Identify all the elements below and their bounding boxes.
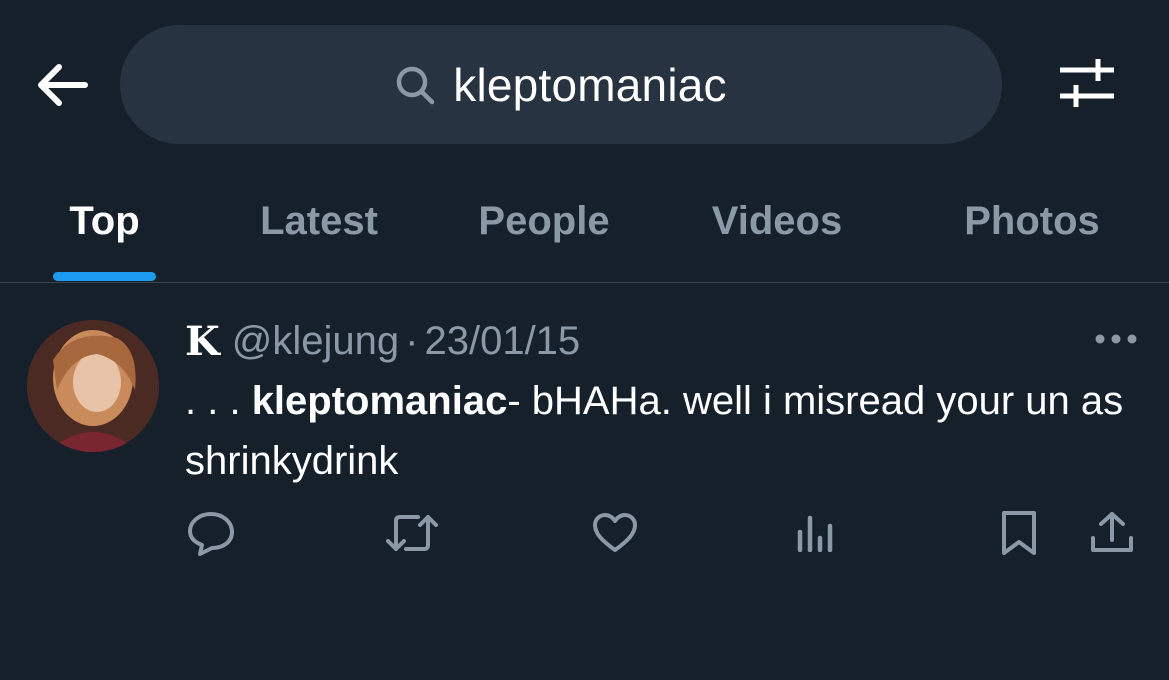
tab-latest[interactable]: Latest — [240, 160, 398, 282]
tweet-text: . . . kleptomaniac- bHAHa. well i misrea… — [185, 371, 1135, 491]
tweet-text-prefix: . . . — [185, 379, 252, 423]
tab-label: People — [478, 198, 610, 243]
tab-videos[interactable]: Videos — [694, 160, 860, 282]
bar-chart-icon — [795, 514, 837, 557]
tab-people[interactable]: People — [460, 160, 628, 282]
retweet-button[interactable] — [382, 505, 442, 565]
tweet-text-highlight: kleptomaniac — [251, 379, 508, 423]
tab-top[interactable]: Top — [53, 160, 156, 282]
display-name[interactable]: K — [185, 318, 220, 365]
search-results-page: kleptomaniac Top Latest People Videos Ph… — [0, 0, 1169, 680]
heart-icon — [591, 512, 639, 559]
tweet-date[interactable]: 23/01/15 — [424, 319, 580, 364]
sliders-icon — [1058, 57, 1116, 114]
search-icon — [395, 65, 435, 105]
reply-icon — [186, 510, 236, 561]
avatar[interactable] — [27, 320, 159, 452]
tab-label: Top — [69, 198, 140, 243]
tweet-actions — [0, 505, 1169, 565]
bookmark-button[interactable] — [989, 505, 1049, 565]
reply-button[interactable] — [181, 505, 241, 565]
tab-label: Latest — [260, 198, 378, 243]
search-tabs: Top Latest People Videos Photos — [0, 160, 1169, 283]
tab-label: Photos — [964, 198, 1100, 243]
like-button[interactable] — [585, 505, 645, 565]
separator-dot: · — [405, 318, 419, 363]
share-icon — [1089, 510, 1135, 561]
bookmark-icon — [999, 509, 1039, 562]
tab-label: Videos — [711, 198, 843, 243]
back-button[interactable] — [28, 55, 94, 119]
user-handle[interactable]: @klejung — [232, 319, 399, 364]
search-bar[interactable]: kleptomaniac — [120, 25, 1002, 144]
active-tab-indicator — [53, 272, 156, 281]
tab-photos[interactable]: Photos — [946, 160, 1118, 282]
search-query[interactable]: kleptomaniac — [453, 58, 726, 112]
more-options-button[interactable] — [1092, 323, 1140, 359]
tweet-card[interactable]: K @klejung · 23/01/15 . . . kleptomaniac… — [0, 283, 1169, 680]
retweet-icon — [384, 511, 440, 560]
arrow-left-icon — [33, 61, 89, 114]
views-button[interactable] — [786, 505, 846, 565]
search-settings-button[interactable] — [1052, 52, 1122, 118]
more-horizontal-icon — [1094, 332, 1138, 350]
tweet-header: K @klejung · 23/01/15 — [185, 313, 580, 369]
share-button[interactable] — [1082, 505, 1142, 565]
